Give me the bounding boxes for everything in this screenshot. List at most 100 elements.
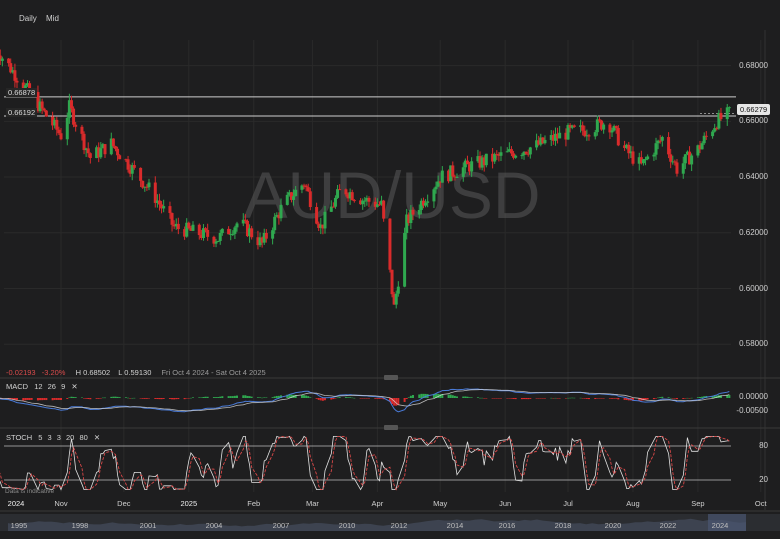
candle-body	[306, 187, 310, 192]
x-tick-label: Feb	[247, 499, 261, 508]
x-tick-label: Jun	[499, 499, 512, 508]
macd-histogram-bar	[72, 396, 75, 398]
macd-histogram-bar	[43, 398, 46, 401]
candle-body	[646, 156, 650, 160]
macd-close-icon[interactable]: ✕	[71, 382, 77, 391]
macd-histogram-bar	[66, 398, 69, 399]
candle-body	[72, 108, 76, 125]
candle-body	[505, 151, 509, 153]
candle-body	[616, 128, 620, 146]
candle-body	[139, 167, 143, 181]
stoch-axis-80: 80	[759, 441, 768, 450]
candle	[206, 223, 210, 241]
macd-histogram-bar	[183, 398, 186, 400]
macd-histogram-bar	[212, 397, 215, 398]
macd-histogram-bar	[127, 397, 130, 399]
macd-histogram-bar	[30, 398, 33, 400]
candle-body	[187, 222, 191, 229]
candle	[543, 135, 547, 145]
candle-body	[572, 125, 576, 127]
macd-histogram-bar	[359, 398, 362, 399]
candle-body	[157, 200, 161, 205]
stoch-param-overbought: 80	[79, 433, 88, 442]
candle-body	[711, 131, 715, 137]
candle	[176, 217, 180, 235]
candle-body	[308, 191, 312, 208]
candle-body	[396, 286, 400, 294]
macd-histogram-bar	[409, 395, 412, 398]
macd-histogram-bar	[57, 398, 60, 400]
macd-histogram-bar	[365, 398, 368, 399]
macd-label: MACD	[6, 382, 29, 391]
macd-histogram-bar	[246, 395, 249, 398]
horizontal-levels	[4, 96, 736, 117]
navigator-year: 1995	[10, 521, 28, 530]
macd-histogram-bar	[673, 398, 676, 399]
macd-histogram-bar	[177, 398, 180, 400]
candle-body	[514, 155, 518, 158]
candle-body	[403, 232, 407, 287]
candle-body	[658, 140, 662, 142]
macd-histogram-bar	[305, 395, 308, 398]
macd-histogram-bar	[231, 396, 234, 398]
macd-histogram-bar	[556, 398, 559, 399]
candle-body	[197, 224, 201, 236]
candle-body	[660, 137, 664, 141]
stoch-param-oversold: 20	[66, 433, 75, 442]
candle	[13, 63, 17, 88]
candle-body	[455, 176, 459, 178]
macd-histogram-bar	[476, 397, 479, 398]
stoch-close-icon[interactable]: ✕	[94, 433, 100, 442]
macd-histogram-bar	[449, 394, 452, 398]
macd-histogram-bar	[485, 398, 488, 399]
macd-histogram-bar	[587, 398, 590, 400]
candle	[690, 153, 694, 172]
separator-stoch-handle	[384, 425, 398, 430]
candle	[227, 226, 231, 235]
macd-histogram-bar	[39, 398, 42, 401]
candle	[558, 125, 562, 139]
navigator-year: 2012	[390, 521, 408, 530]
candle-body	[610, 130, 614, 133]
macd-histogram-bar	[447, 394, 450, 398]
macd-histogram-bar	[185, 398, 188, 399]
macd-histogram-bar	[686, 397, 689, 399]
macd-histogram-bar	[420, 393, 423, 398]
macd-histogram-bar	[28, 398, 31, 401]
candle-body	[417, 209, 421, 215]
stoch-param-d: 3	[56, 433, 61, 442]
macd-histogram-bar	[655, 398, 658, 399]
candle	[191, 221, 195, 232]
candle-body	[704, 135, 708, 137]
price-chart[interactable]: AUD/USD	[0, 0, 780, 539]
macd-histogram-bar	[110, 396, 113, 398]
candle	[147, 178, 151, 191]
macd-histogram-bar	[667, 397, 670, 398]
candle-body	[602, 124, 606, 130]
candle-body	[132, 165, 136, 168]
macd-histogram-bar	[233, 395, 236, 398]
candle-body	[669, 154, 673, 162]
info-change-pct: -3.20%	[41, 368, 66, 377]
stoch-param-kslow: 3	[47, 433, 52, 442]
macd-histogram-bar	[139, 398, 142, 399]
macd-histogram-bar	[462, 396, 465, 398]
candle-body	[103, 144, 107, 155]
candle-body	[13, 70, 17, 81]
candle-body	[352, 200, 356, 202]
macd-histogram-bar	[564, 398, 567, 399]
macd-histogram-bar	[523, 398, 526, 400]
candle	[82, 131, 86, 155]
candle-body	[581, 125, 585, 131]
candle-body	[411, 209, 415, 215]
info-low: L 0.59130	[118, 368, 152, 377]
macd-histogram-bar	[256, 397, 259, 398]
macd-histogram-bar	[36, 398, 39, 401]
macd-histogram-bar	[309, 397, 312, 398]
candle	[631, 146, 635, 166]
macd-histogram-bar	[543, 398, 546, 399]
candle-body	[162, 206, 166, 209]
candle-body	[388, 218, 392, 270]
candle-body	[493, 154, 497, 162]
macd-histogram-bar	[68, 397, 71, 398]
